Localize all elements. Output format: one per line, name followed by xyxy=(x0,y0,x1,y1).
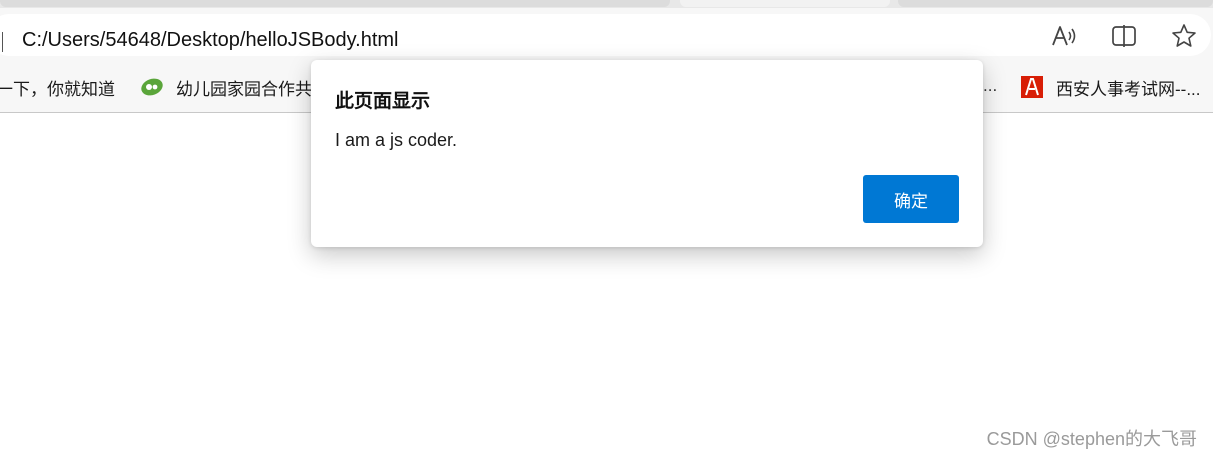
favorite-item[interactable]: 幼儿园家园合作共 xyxy=(140,74,312,100)
read-aloud-icon[interactable] xyxy=(1050,22,1080,50)
ok-button[interactable]: 确定 xyxy=(863,175,959,223)
dialog-message: I am a js coder. xyxy=(335,130,458,150)
browser-tab[interactable] xyxy=(898,0,1213,7)
favorite-label: 西安人事考试网--... xyxy=(1056,79,1201,99)
favorite-label: 幼儿园家园合作共 xyxy=(176,79,312,99)
browser-tab[interactable] xyxy=(680,0,890,7)
alert-dialog: 此页面显示 I am a js coder. 确定 xyxy=(311,60,983,247)
address-bar[interactable]: C:/Users/54648/Desktop/helloJSBody.html xyxy=(0,14,1211,56)
favorite-item[interactable]: 一下，你就知道 xyxy=(0,74,115,100)
red-logo-icon xyxy=(1020,75,1044,99)
split-screen-icon[interactable] xyxy=(1109,22,1139,50)
browser-tab[interactable] xyxy=(0,0,670,7)
browser-toolbar: C:/Users/54648/Desktop/helloJSBody.html xyxy=(0,8,1213,62)
favorite-star-icon[interactable] xyxy=(1169,22,1199,50)
url-text[interactable]: C:/Users/54648/Desktop/helloJSBody.html xyxy=(22,29,398,52)
leaf-logo-icon xyxy=(140,75,164,99)
csdn-watermark: CSDN @stephen的大飞哥 xyxy=(986,429,1197,449)
tab-strip xyxy=(0,0,1213,8)
favorite-item[interactable]: 西安人事考试网--... xyxy=(1020,74,1201,100)
dialog-title: 此页面显示 xyxy=(335,91,431,112)
address-divider xyxy=(2,32,3,52)
favorites-overflow-text[interactable]: ... xyxy=(983,76,997,96)
favorite-label: 一下，你就知道 xyxy=(0,79,115,99)
